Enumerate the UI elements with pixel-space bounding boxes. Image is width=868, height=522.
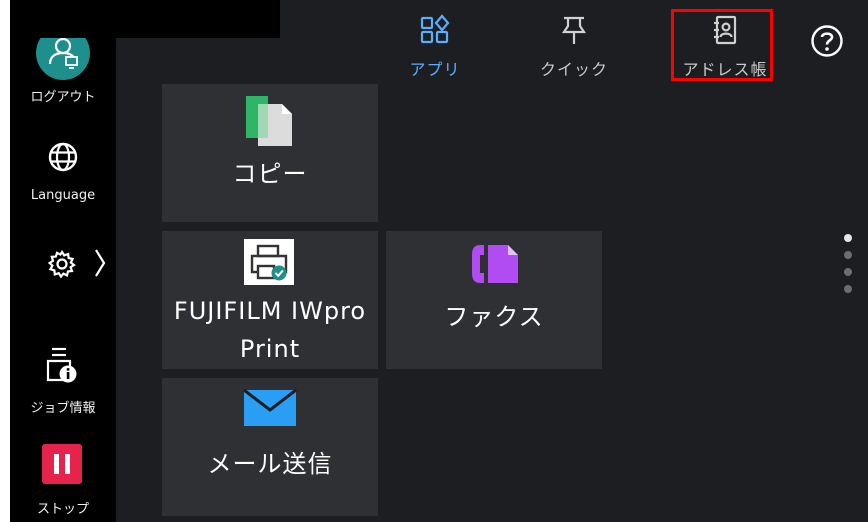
page-dot [844, 234, 852, 242]
app-tile-copy[interactable]: コピー [162, 84, 378, 222]
tab-address-book[interactable]: アドレス帳 [670, 14, 780, 80]
pause-icon [54, 454, 70, 474]
language-label: Language [30, 188, 96, 203]
app-tile-iwpro-label-line1: FUJIFILM IWpro [173, 297, 367, 325]
stop-button[interactable] [42, 444, 82, 484]
help-button[interactable] [810, 24, 844, 58]
app-tile-email-label: メール送信 [207, 450, 333, 478]
stop-label-wrap[interactable]: ストップ [10, 498, 116, 517]
tab-quick-label: クイック [539, 60, 608, 79]
tab-apps[interactable]: アプリ [390, 14, 480, 80]
settings-expand-button[interactable] [92, 246, 108, 284]
app-tile-iwpro-print[interactable]: FUJIFILM IWpro Print [162, 231, 378, 369]
printer-icon [244, 239, 294, 285]
job-info-label: ジョブ情報 [30, 401, 96, 416]
app-tile-copy-label: コピー [232, 160, 308, 188]
mail-icon [243, 388, 297, 426]
fax-icon [472, 245, 518, 283]
tab-quick[interactable]: クイック [524, 14, 624, 80]
page-indicator [844, 234, 854, 302]
app-tile-email[interactable]: メール送信 [162, 378, 378, 516]
language-label-wrap[interactable]: Language [10, 188, 116, 203]
logout-button[interactable]: ログアウト [10, 86, 116, 105]
address-book-icon [714, 15, 737, 45]
job-info-button[interactable] [44, 344, 80, 388]
gear-icon [47, 249, 76, 279]
job-info-icon [46, 347, 77, 383]
app-tile-iwpro-label-line2: Print [239, 335, 301, 363]
language-button[interactable] [44, 138, 82, 180]
sidebar: ログアウト Language ジョブ情報 ストップ [10, 0, 116, 522]
redaction-bar [10, 0, 280, 38]
page-dot [844, 285, 852, 293]
apps-icon [420, 14, 450, 44]
settings-button[interactable] [46, 248, 78, 284]
page-dot [844, 268, 852, 276]
chevron-right-icon [95, 249, 106, 277]
page-dot [844, 251, 852, 259]
pin-icon [561, 16, 587, 44]
app-tile-fax-label: ファクス [444, 303, 544, 331]
globe-icon [48, 142, 78, 172]
tab-address-book-label: アドレス帳 [682, 60, 768, 79]
tab-apps-label: アプリ [409, 60, 461, 79]
device-screen: ログアウト Language ジョブ情報 ストップ アプリ クイック アドレス帳… [10, 0, 868, 522]
help-icon [811, 25, 843, 57]
job-info-label-wrap[interactable]: ジョブ情報 [10, 397, 116, 416]
logout-label: ログアウト [30, 90, 96, 105]
stop-label: ストップ [36, 502, 89, 517]
copy-icon [246, 96, 292, 146]
app-tile-fax[interactable]: ファクス [386, 231, 602, 369]
